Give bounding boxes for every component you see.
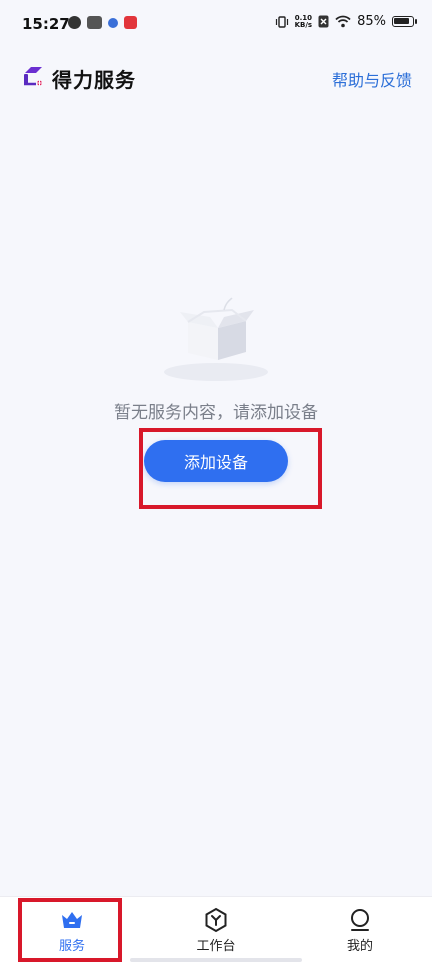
app-notification-icon [68,16,81,29]
empty-message: 暂无服务内容，请添加设备 [114,403,318,423]
wifi-icon [335,15,351,28]
app-title: 得力服务 [52,68,136,92]
tab-label: 服务 [58,939,85,954]
status-right: 0.10 KB/s 85% [275,13,417,29]
app-header: 得力服务 帮助与反馈 [0,56,432,100]
deli-logo-icon [24,67,42,86]
person-icon [351,909,369,931]
hexagon-y-icon [205,907,227,933]
notification-icons [68,16,137,29]
net-speed: 0.10 KB/s [294,13,313,29]
app-notification-icon [87,16,102,29]
status-time: 15:27 [22,15,70,33]
app-notification-icon [124,16,137,29]
empty-box-icon [164,297,268,381]
status-bar: 15:27 0.10 KB/s 85% [0,0,432,48]
home-indicator[interactable] [130,958,302,962]
tab-label: 我的 [346,939,373,954]
battery-icon [392,16,417,27]
crown-icon [62,912,82,928]
tab-workbench[interactable]: 工作台 [144,897,288,965]
bottom-tab-bar: 服务 工作台 我的 [0,896,432,965]
tab-services[interactable]: 服务 [0,897,144,965]
add-device-button[interactable]: 添加设备 [144,440,288,482]
tab-mine[interactable]: 我的 [288,897,432,965]
vibrate-icon [275,15,288,28]
baidu-icon [108,17,118,28]
no-sim-icon [318,15,329,28]
battery-percent: 85% [357,14,386,29]
help-feedback-link[interactable]: 帮助与反馈 [332,67,412,91]
tab-label: 工作台 [196,939,236,954]
